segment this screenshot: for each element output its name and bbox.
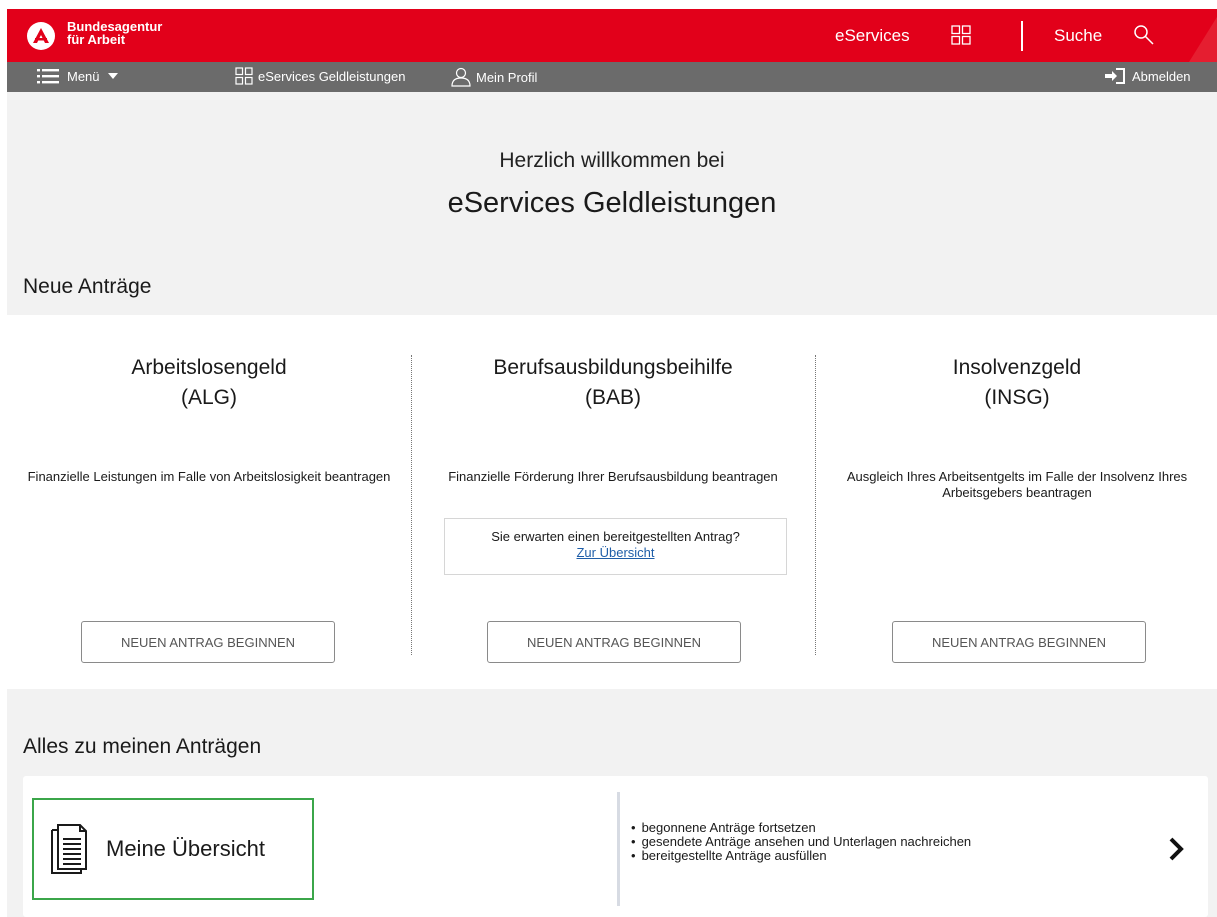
my-overview-label: Meine Übersicht [106, 836, 265, 861]
nav-bar: Menü eServices Geldleistungen Mein Profi… [7, 62, 1217, 92]
overview-feature-list: begonnene Anträge fortsetzen gesendete A… [631, 821, 972, 863]
list-item: bereitgestellte Anträge ausfüllen [631, 849, 971, 863]
user-icon [451, 67, 471, 87]
hamburger-icon [37, 69, 59, 84]
brand-line2: für Arbeit [67, 32, 126, 47]
application-name: Insolvenzgeld [952, 356, 1082, 379]
list-item: gesendete Anträge ansehen und Unterlagen… [631, 835, 972, 849]
page-title: eServices Geldleistungen [447, 187, 777, 219]
eservices-header-link[interactable]: eServices [835, 26, 910, 46]
new-applications-panel: Arbeitslosengeld (ALG) Finanzielle Leist… [7, 315, 1217, 689]
logout-link[interactable]: Abmelden [1105, 67, 1191, 85]
application-title: Arbeitslosengeld (ALG) [7, 353, 411, 413]
application-description: Ausgleich Ihres Arbeitsentgelts im Falle… [846, 469, 1188, 500]
hint-question: Sie erwarten einen bereitgestellten Antr… [491, 529, 740, 544]
menu-label: Menü [67, 68, 100, 84]
nav-eservices-label: eServices Geldleistungen [258, 68, 406, 84]
section-title-my-applications: Alles zu meinen Anträgen [23, 735, 262, 758]
brand-name[interactable]: Bundesagentur für Arbeit [67, 20, 162, 46]
start-application-button-alg[interactable]: NEUEN ANTRAG BEGINNEN [81, 621, 335, 663]
top-header: Bundesagentur für Arbeit eServices Suche [7, 9, 1217, 62]
welcome-line: Herzlich willkommen bei [499, 149, 725, 172]
application-abbr: (INSG) [984, 386, 1050, 409]
application-card-insg: Insolvenzgeld (INSG) Ausgleich Ihres Arb… [815, 315, 1217, 689]
grid-icon [235, 67, 253, 85]
start-application-button-bab[interactable]: NEUEN ANTRAG BEGINNEN [487, 621, 741, 663]
application-title: Insolvenzgeld (INSG) [815, 353, 1217, 413]
menu-button[interactable]: Menü [37, 68, 118, 84]
logout-label: Abmelden [1132, 68, 1191, 84]
nav-profile-link[interactable]: Mein Profil [451, 67, 537, 87]
provided-application-hint: Sie erwarten einen bereitgestellten Antr… [444, 518, 787, 575]
search-icon[interactable] [1133, 24, 1155, 51]
application-card-alg: Arbeitslosengeld (ALG) Finanzielle Leist… [7, 315, 411, 689]
application-description: Finanzielle Leistungen im Falle von Arbe… [27, 469, 391, 484]
document-icon [51, 824, 87, 874]
overview-card[interactable]: Meine Übersicht begonnene Anträge fortse… [23, 776, 1208, 917]
overview-divider [617, 792, 620, 906]
caret-down-icon [107, 73, 118, 79]
search-link[interactable]: Suche [1054, 26, 1102, 46]
grid-icon[interactable] [951, 25, 971, 50]
application-card-bab: Berufsausbildungsbeihilfe (BAB) Finanzie… [411, 315, 815, 689]
logout-icon [1105, 68, 1125, 84]
application-abbr: (ALG) [180, 386, 237, 409]
corner-decoration-icon [1189, 17, 1217, 62]
section-title-new-applications: Neue Anträge [23, 275, 152, 298]
application-name: Berufsausbildungsbeihilfe [493, 356, 733, 379]
application-title: Berufsausbildungsbeihilfe (BAB) [411, 353, 815, 413]
my-overview-button[interactable]: Meine Übersicht [32, 798, 314, 900]
ba-logo-icon[interactable] [27, 22, 55, 50]
page: Bundesagentur für Arbeit eServices Suche [7, 9, 1217, 917]
nav-profile-label: Mein Profil [476, 69, 538, 85]
application-name: Arbeitslosengeld [131, 356, 287, 379]
overview-link[interactable]: Zur Übersicht [576, 545, 654, 560]
header-divider [1021, 21, 1023, 51]
nav-eservices-link[interactable]: eServices Geldleistungen [235, 67, 405, 85]
application-abbr: (BAB) [584, 386, 641, 409]
chevron-right-icon[interactable] [1168, 836, 1184, 862]
application-description: Finanzielle Förderung Ihrer Berufsausbil… [448, 469, 778, 484]
list-item: begonnene Anträge fortsetzen [631, 821, 971, 835]
start-application-button-insg[interactable]: NEUEN ANTRAG BEGINNEN [892, 621, 1146, 663]
